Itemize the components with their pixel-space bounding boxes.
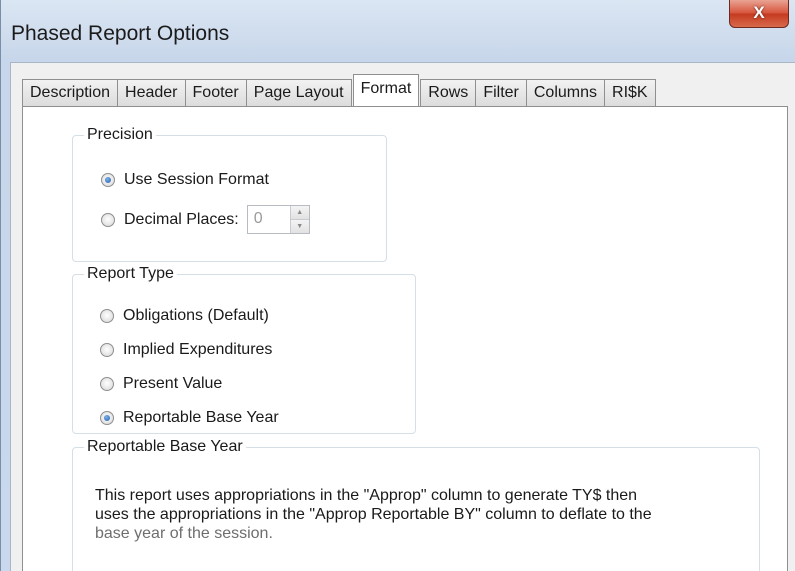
close-icon: X bbox=[753, 3, 765, 22]
precision-legend: Precision bbox=[87, 126, 153, 143]
tab-strip: Description Header Footer Page Layout Fo… bbox=[22, 74, 656, 106]
description-line-1: This report uses appropriations in the "… bbox=[95, 487, 638, 504]
tab-columns[interactable]: Columns bbox=[525, 79, 606, 106]
tab-header[interactable]: Header bbox=[117, 79, 186, 106]
dialog-client-area: Description Header Footer Page Layout Fo… bbox=[10, 62, 795, 571]
decimal-places-stepper[interactable]: 0 ▲ ▼ bbox=[246, 205, 310, 234]
implied-expenditures-radio[interactable] bbox=[100, 343, 114, 357]
tab-risk[interactable]: RI$K bbox=[604, 79, 656, 106]
tab-page-layout[interactable]: Page Layout bbox=[245, 79, 352, 106]
precision-group: Precision bbox=[72, 126, 387, 262]
tab-description[interactable]: Description bbox=[22, 79, 119, 106]
decimal-places-value[interactable]: 0 bbox=[248, 206, 290, 233]
report-type-legend: Report Type bbox=[87, 265, 174, 282]
implied-expenditures-option[interactable]: Implied Expenditures bbox=[100, 341, 272, 359]
implied-expenditures-label: Implied Expenditures bbox=[123, 341, 273, 358]
obligations-label: Obligations (Default) bbox=[123, 307, 269, 324]
decimal-places-radio[interactable] bbox=[101, 212, 115, 227]
decimal-places-label: Decimal Places: bbox=[124, 210, 239, 228]
title-bar[interactable]: Phased Report Options X bbox=[1, 0, 795, 62]
reportable-base-year-legend: Reportable Base Year bbox=[87, 438, 243, 455]
present-value-option[interactable]: Present Value bbox=[100, 375, 222, 393]
down-arrow-icon[interactable]: ▼ bbox=[289, 219, 309, 233]
tab-filter[interactable]: Filter bbox=[475, 79, 527, 106]
decimal-places-option[interactable]: Decimal Places: 0 ▲ ▼ bbox=[101, 205, 310, 234]
present-value-label: Present Value bbox=[123, 375, 223, 392]
window-title: Phased Report Options bbox=[11, 22, 230, 45]
reportable-base-year-option[interactable]: Reportable Base Year bbox=[100, 409, 279, 427]
use-session-format-option[interactable]: Use Session Format bbox=[101, 171, 269, 189]
obligations-radio[interactable] bbox=[100, 309, 114, 323]
use-session-format-radio[interactable] bbox=[101, 173, 115, 187]
present-value-radio[interactable] bbox=[100, 377, 114, 391]
description-line-3: base year of the session. bbox=[95, 525, 273, 542]
tab-format[interactable]: Format bbox=[352, 74, 420, 106]
reportable-base-year-label: Reportable Base Year bbox=[123, 409, 279, 426]
up-arrow-icon[interactable]: ▲ bbox=[289, 206, 309, 219]
description-line-2: uses the appropriations in the "Approp R… bbox=[95, 506, 652, 523]
format-tab-panel: Precision Use Session Format Decimal Pla… bbox=[22, 106, 788, 571]
use-session-format-label: Use Session Format bbox=[124, 171, 269, 188]
dialog-window: Phased Report Options X Description Head… bbox=[0, 0, 795, 571]
reportable-base-year-group: Reportable Base Year This report uses ap… bbox=[72, 438, 760, 571]
tab-footer[interactable]: Footer bbox=[184, 79, 247, 106]
obligations-option[interactable]: Obligations (Default) bbox=[100, 307, 269, 325]
reportable-base-year-radio[interactable] bbox=[100, 411, 114, 425]
reportable-base-year-description: This report uses appropriations in the "… bbox=[95, 486, 715, 543]
tab-rows[interactable]: Rows bbox=[420, 79, 477, 106]
close-button[interactable]: X bbox=[729, 0, 789, 28]
